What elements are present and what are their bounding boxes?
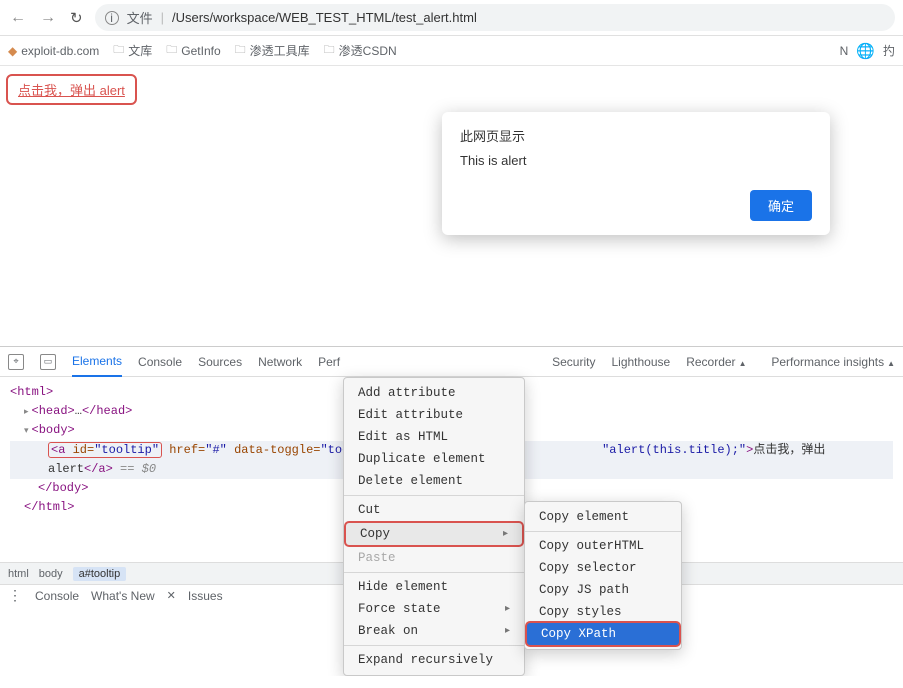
- tab-security[interactable]: Security: [552, 348, 595, 376]
- alert-link[interactable]: 点击我，弹出 alert: [6, 74, 137, 105]
- reload-button[interactable]: ↻: [68, 9, 85, 27]
- url-path: /Users/workspace/WEB_TEST_HTML/test_aler…: [172, 10, 477, 25]
- page-content: 点击我，弹出 alert 此网页显示 This is alert 确定: [0, 66, 903, 346]
- ctx-expand[interactable]: Expand recursively: [344, 649, 524, 671]
- bookmark-folder-1[interactable]: 🗀文库: [113, 41, 152, 60]
- crumb-body[interactable]: body: [39, 568, 63, 580]
- drawer-issues[interactable]: Issues: [188, 589, 223, 603]
- tab-performance[interactable]: Perf: [318, 348, 340, 376]
- ctx-copy[interactable]: Copy▸: [344, 521, 524, 547]
- crumb-selected[interactable]: a#tooltip: [73, 567, 127, 581]
- close-icon[interactable]: ✕: [167, 589, 176, 602]
- back-button[interactable]: ←: [8, 9, 28, 27]
- devtools-tabs: ⌖ ▭ Elements Console Sources Network Per…: [0, 347, 903, 377]
- bookmark-folder-3[interactable]: 🗀渗透工具库: [235, 41, 310, 60]
- context-submenu-copy: Copy element Copy outerHTML Copy selecto…: [524, 501, 682, 650]
- forward-button[interactable]: →: [38, 9, 58, 27]
- globe-icon[interactable]: 🌐: [856, 42, 875, 60]
- bookmark-folder-4[interactable]: 🗀渗透CSDN: [324, 41, 397, 60]
- sub-copy-element[interactable]: Copy element: [525, 506, 681, 528]
- url-bar[interactable]: i 文件 | /Users/workspace/WEB_TEST_HTML/te…: [95, 4, 895, 31]
- chevron-right-icon: ▸: [505, 603, 510, 615]
- devtools-body: <html> <head>…</head> <body> <a id="tool…: [0, 377, 903, 562]
- sub-copy-outerhtml[interactable]: Copy outerHTML: [525, 535, 681, 557]
- ctx-duplicate[interactable]: Duplicate element: [344, 448, 524, 470]
- partial-text: N: [840, 44, 849, 58]
- tab-lighthouse[interactable]: Lighthouse: [611, 348, 670, 376]
- alert-title: 此网页显示: [460, 126, 812, 145]
- alert-ok-button[interactable]: 确定: [750, 190, 812, 221]
- ctx-separator: [344, 645, 524, 646]
- bookmark-folder-2[interactable]: 🗀GetInfo: [166, 41, 220, 60]
- devtools-panel: ⌖ ▭ Elements Console Sources Network Per…: [0, 346, 903, 606]
- url-prefix: 文件: [127, 8, 153, 27]
- ctx-edit-attribute[interactable]: Edit attribute: [344, 404, 524, 426]
- site-icon: ◆: [8, 44, 17, 58]
- tab-elements[interactable]: Elements: [72, 347, 122, 377]
- sub-copy-selector[interactable]: Copy selector: [525, 557, 681, 579]
- browser-toolbar: ← → ↻ i 文件 | /Users/workspace/WEB_TEST_H…: [0, 0, 903, 36]
- folder-icon: 🗀: [113, 41, 124, 60]
- url-separator: |: [161, 10, 164, 25]
- info-icon[interactable]: i: [105, 11, 119, 25]
- folder-icon: 🗀: [324, 41, 335, 60]
- sub-copy-jspath[interactable]: Copy JS path: [525, 579, 681, 601]
- ctx-paste: Paste: [344, 547, 524, 569]
- drawer-console[interactable]: Console: [35, 589, 79, 603]
- ctx-hide[interactable]: Hide element: [344, 576, 524, 598]
- ctx-separator: [344, 572, 524, 573]
- ctx-cut[interactable]: Cut: [344, 499, 524, 521]
- drawer-menu-icon[interactable]: ⋮: [8, 587, 23, 604]
- ctx-force-state[interactable]: Force state▸: [344, 598, 524, 620]
- tab-perf-insights[interactable]: Performance insights: [771, 348, 895, 376]
- bookmark-exploit-db[interactable]: ◆exploit-db.com: [8, 44, 99, 58]
- ctx-delete[interactable]: Delete element: [344, 470, 524, 492]
- ctx-add-attribute[interactable]: Add attribute: [344, 382, 524, 404]
- partial-text: 扚: [883, 42, 895, 59]
- ctx-edit-html[interactable]: Edit as HTML: [344, 426, 524, 448]
- bookmarks-bar: ◆exploit-db.com 🗀文库 🗀GetInfo 🗀渗透工具库 🗀渗透C…: [0, 36, 903, 66]
- context-menu: Add attribute Edit attribute Edit as HTM…: [343, 377, 525, 676]
- tab-console[interactable]: Console: [138, 348, 182, 376]
- alert-message: This is alert: [460, 153, 812, 168]
- inspect-icon[interactable]: ⌖: [8, 354, 24, 370]
- ctx-separator: [344, 495, 524, 496]
- folder-icon: 🗀: [166, 41, 177, 60]
- tab-recorder[interactable]: Recorder: [686, 348, 746, 376]
- sub-copy-styles[interactable]: Copy styles: [525, 601, 681, 623]
- device-icon[interactable]: ▭: [40, 354, 56, 370]
- bookmarks-right: N 🌐 扚: [840, 42, 895, 60]
- chevron-right-icon: ▸: [503, 528, 508, 540]
- folder-icon: 🗀: [235, 41, 246, 60]
- tab-network[interactable]: Network: [258, 348, 302, 376]
- sub-copy-xpath[interactable]: Copy XPath: [527, 623, 679, 645]
- ctx-break-on[interactable]: Break on▸: [344, 620, 524, 642]
- js-alert-dialog: 此网页显示 This is alert 确定: [442, 112, 830, 235]
- drawer-whatsnew[interactable]: What's New: [91, 589, 155, 603]
- tab-sources[interactable]: Sources: [198, 348, 242, 376]
- crumb-html[interactable]: html: [8, 568, 29, 580]
- chevron-right-icon: ▸: [505, 625, 510, 637]
- ctx-separator: [525, 531, 681, 532]
